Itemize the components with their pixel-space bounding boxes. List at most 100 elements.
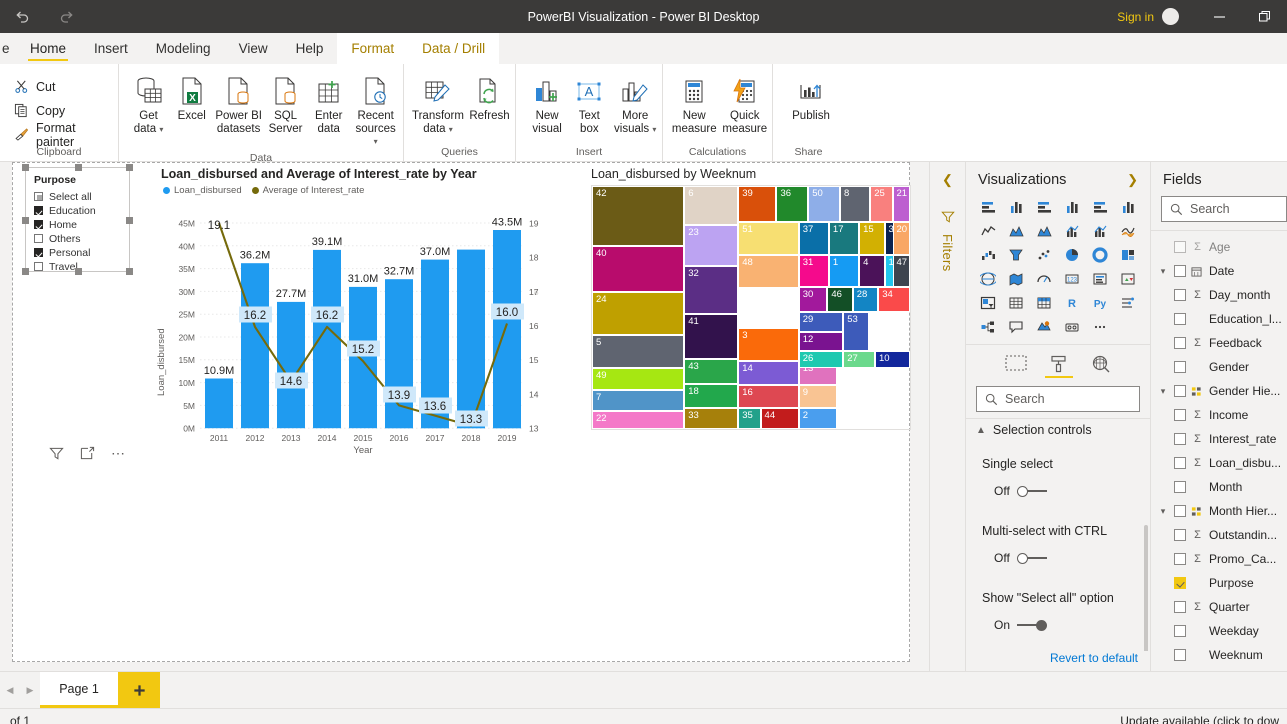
field-row[interactable]: Gender [1151, 355, 1287, 379]
r-script-visual-icon[interactable]: R [1058, 292, 1086, 314]
field-checkbox[interactable] [1174, 433, 1186, 445]
field-row[interactable]: ▾Date [1151, 259, 1287, 283]
treemap-cell[interactable]: 26 [799, 351, 844, 368]
more-options-icon[interactable]: ⋯ [111, 445, 127, 462]
clustered-column-chart-icon[interactable] [1058, 196, 1086, 218]
field-checkbox[interactable] [1174, 481, 1186, 493]
funnel-chart-icon[interactable] [1002, 244, 1030, 266]
update-available-notice[interactable]: Update available (click to dow [1120, 714, 1287, 724]
multi-select-toggle[interactable] [1017, 552, 1047, 564]
format-painter-button[interactable]: Format painter [14, 124, 116, 145]
sql-server-button[interactable]: SQL Server [264, 72, 307, 137]
chevron-right-icon[interactable]: ❯ [1127, 172, 1138, 188]
100-stacked-column-chart-icon[interactable] [1114, 196, 1142, 218]
treemap-cell[interactable]: 36 [776, 186, 808, 222]
transform-data-button[interactable]: Transform data ▾ [410, 72, 466, 138]
treemap-cell[interactable]: 5 [592, 335, 684, 368]
show-select-all-toggle[interactable] [1017, 619, 1047, 631]
field-checkbox[interactable] [1174, 649, 1186, 661]
copy-button[interactable]: Copy [14, 100, 116, 121]
card-icon[interactable]: 123 [1058, 268, 1086, 290]
treemap-visual[interactable]: Loan_disbursed by Weeknum 42402454972262… [591, 167, 911, 432]
treemap-cell[interactable]: 44 [761, 408, 799, 429]
report-canvas[interactable]: Purpose Select all Education Home [12, 162, 910, 662]
enter-data-button[interactable]: Enter data [307, 72, 350, 137]
donut-chart-icon[interactable] [1086, 244, 1114, 266]
line-clustered-column-chart-icon[interactable] [1086, 220, 1114, 242]
combo-chart-plot[interactable]: Loan_disbursed 45M 40M 35M 30M 25M 20M 1… [153, 196, 578, 454]
field-row[interactable]: ▾Month Hier... [1151, 499, 1287, 523]
powerbi-datasets-button[interactable]: Power BI datasets [213, 72, 264, 137]
legend-item-avg-interest-rate[interactable]: Average of Interest_rate [252, 185, 365, 196]
checkbox-personal[interactable] [34, 248, 43, 257]
chevron-down-icon[interactable]: ▾ [652, 125, 656, 134]
ribbon-chart-icon[interactable] [1114, 220, 1142, 242]
treemap-cell[interactable]: 8 [840, 186, 870, 222]
page-next-button[interactable]: ▶ [20, 672, 40, 708]
chevron-down-icon[interactable]: ▾ [159, 125, 163, 134]
cut-button[interactable]: Cut [14, 76, 116, 97]
treemap-cell[interactable]: 24 [592, 292, 684, 336]
treemap-cell[interactable]: 12 [799, 332, 844, 351]
field-row[interactable]: ΣYear [1151, 667, 1287, 671]
ribbon-tab-file[interactable]: e [0, 33, 16, 64]
resize-handle-w[interactable] [22, 217, 29, 224]
field-row[interactable]: ▾Gender Hie... [1151, 379, 1287, 403]
treemap-cell[interactable]: 43 [684, 359, 738, 385]
minimize-button[interactable] [1197, 0, 1242, 33]
clustered-bar-chart-icon[interactable] [1030, 196, 1058, 218]
waterfall-chart-icon[interactable] [974, 244, 1002, 266]
chevron-down-icon[interactable]: ▾ [449, 125, 453, 134]
chevron-down-icon[interactable]: ▾ [1157, 506, 1169, 517]
treemap-cell[interactable]: 48 [738, 255, 798, 288]
gauge-icon[interactable] [1030, 268, 1058, 290]
field-row[interactable]: ΣQuarter [1151, 595, 1287, 619]
decomposition-tree-icon[interactable] [974, 316, 1002, 338]
field-checkbox[interactable] [1174, 505, 1186, 517]
fields-search-input[interactable]: Search [1161, 196, 1287, 222]
visualization-type-gallery[interactable]: 123RPy [966, 196, 1150, 338]
field-row[interactable]: ΣAge [1151, 235, 1287, 259]
matrix-icon[interactable] [1030, 292, 1058, 314]
chevron-down-icon[interactable]: ▾ [374, 137, 378, 146]
purpose-slicer[interactable]: Purpose Select all Education Home [25, 167, 130, 272]
filters-pane-collapsed[interactable]: ❮ Filters [929, 162, 965, 671]
new-measure-button[interactable]: New measure [669, 72, 720, 137]
field-row[interactable]: ΣIncome [1151, 403, 1287, 427]
page-prev-button[interactable]: ◀ [0, 672, 20, 708]
stacked-column-chart-icon[interactable] [1002, 196, 1030, 218]
resize-handle-sw[interactable] [22, 268, 29, 275]
ribbon-tab-modeling[interactable]: Modeling [142, 33, 225, 64]
redo-icon[interactable] [44, 0, 88, 33]
get-data-button[interactable]: Get data ▾ [127, 72, 170, 138]
new-visual-button[interactable]: New visual [526, 72, 568, 137]
avatar[interactable] [1162, 8, 1179, 25]
treemap-cell[interactable]: 50 [808, 186, 840, 222]
line-stacked-column-chart-icon[interactable] [1058, 220, 1086, 242]
treemap-cell[interactable]: 41 [684, 314, 738, 359]
format-paint-roller-icon[interactable] [1049, 355, 1069, 378]
revert-to-default-link[interactable]: Revert to default [966, 651, 1150, 671]
combo-chart-visual[interactable]: Loan_disbursed and Average of Interest_r… [153, 167, 578, 457]
format-pane-scrollbar[interactable] [1144, 525, 1148, 651]
quick-measure-button[interactable]: Quick measure [720, 72, 771, 137]
field-row[interactable]: ΣFeedback [1151, 331, 1287, 355]
treemap-cell[interactable]: 32 [684, 266, 738, 313]
ribbon-tab-format[interactable]: Format [337, 33, 408, 64]
field-checkbox[interactable] [1174, 625, 1186, 637]
treemap-cell[interactable]: 39 [738, 186, 776, 222]
excel-button[interactable]: X Excel [170, 72, 213, 125]
page-tab-page-1[interactable]: Page 1 [40, 672, 118, 708]
chevron-down-icon[interactable]: ▾ [1157, 386, 1169, 397]
chevron-down-icon[interactable]: ▾ [1157, 266, 1169, 277]
treemap-cell[interactable]: 14 [738, 361, 798, 385]
field-checkbox[interactable] [1174, 577, 1186, 589]
treemap-cell[interactable]: 37 [799, 222, 829, 255]
qna-icon[interactable] [1002, 316, 1030, 338]
more-visuals-ellipsis-icon[interactable] [1086, 316, 1114, 338]
100-stacked-bar-chart-icon[interactable] [1086, 196, 1114, 218]
treemap-cell[interactable]: 29 [799, 312, 844, 331]
ribbon-tab-home[interactable]: Home [16, 33, 80, 64]
field-checkbox[interactable] [1174, 337, 1186, 349]
treemap-cell[interactable]: 42 [592, 186, 684, 246]
